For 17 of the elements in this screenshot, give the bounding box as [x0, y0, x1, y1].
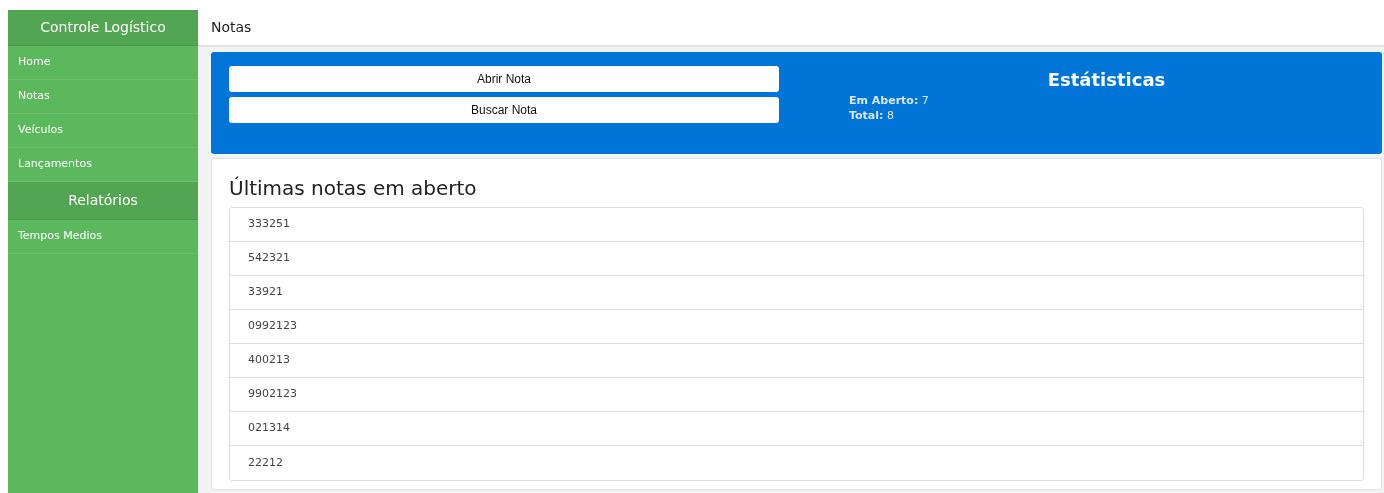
- stats-title: Estátisticas: [1046, 68, 1167, 92]
- note-item[interactable]: 021314: [230, 412, 1363, 446]
- page-title: Notas: [211, 18, 252, 37]
- action-button[interactable]: Abrir Nota: [229, 66, 779, 92]
- sidebar-title: Controle Logístico: [8, 10, 198, 46]
- note-item[interactable]: 333251: [230, 208, 1363, 242]
- note-item[interactable]: 22212: [230, 446, 1363, 480]
- note-item[interactable]: 9902123: [230, 378, 1363, 412]
- action-button[interactable]: Buscar Nota: [229, 97, 779, 123]
- note-item[interactable]: 0992123: [230, 310, 1363, 344]
- note-item[interactable]: 542321: [230, 242, 1363, 276]
- note-item[interactable]: 33921: [230, 276, 1363, 310]
- notes-title: Últimas notas em aberto: [229, 175, 478, 202]
- stats-line: Em Aberto: 7: [849, 93, 929, 108]
- note-item[interactable]: 400213: [230, 344, 1363, 378]
- sidebar-section-title: Relatórios: [8, 182, 198, 220]
- stats-line: Total: 8: [849, 108, 894, 123]
